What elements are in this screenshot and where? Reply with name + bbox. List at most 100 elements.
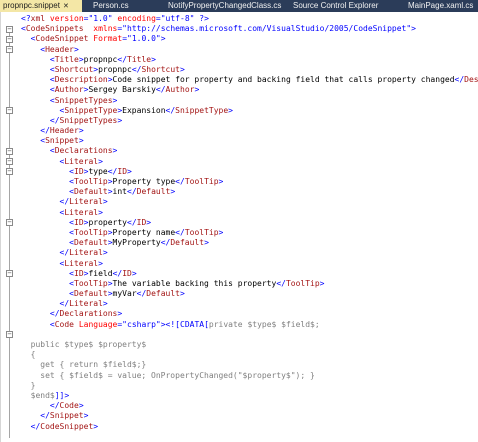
code-token: Default bbox=[74, 289, 108, 299]
tab-source-control-explorer[interactable]: Source Control Explorer bbox=[290, 0, 381, 12]
code-line[interactable]: </SnippetTypes> bbox=[21, 116, 478, 126]
code-token: Declarations bbox=[59, 309, 118, 319]
code-token: </ bbox=[40, 411, 50, 421]
code-line[interactable]: </Declarations> bbox=[21, 309, 478, 319]
code-token: ToolTip bbox=[74, 278, 108, 288]
code-token: </ bbox=[30, 421, 41, 431]
code-token: ToolTip bbox=[285, 278, 320, 288]
collapse-icon[interactable]: − bbox=[6, 168, 13, 175]
code-token: </ bbox=[40, 126, 50, 136]
code-token: > bbox=[74, 44, 79, 54]
code-line[interactable]: <ID>property</ID> bbox=[21, 218, 478, 228]
code-token: ID bbox=[74, 166, 84, 176]
code-text[interactable]: <?xml version="1.0" encoding="utf-8" ?> <… bbox=[21, 14, 478, 432]
code-line[interactable]: <Snippet> bbox=[21, 136, 478, 146]
code-line[interactable]: </Literal> bbox=[21, 248, 478, 258]
collapse-icon[interactable]: − bbox=[6, 148, 13, 155]
code-line[interactable]: <ToolTip>The variable backing this prope… bbox=[21, 279, 478, 289]
code-token: Author bbox=[165, 85, 195, 95]
code-line[interactable]: <ToolTip>Property type</ToolTip> bbox=[21, 177, 478, 187]
collapse-icon[interactable]: − bbox=[6, 331, 13, 338]
code-token: > bbox=[83, 411, 89, 421]
code-token: Shortcut bbox=[54, 64, 94, 74]
code-token: Shortcut bbox=[141, 64, 180, 74]
collapse-icon[interactable]: − bbox=[6, 107, 13, 114]
code-line[interactable]: <?xml version="1.0" encoding="utf-8" ?> bbox=[21, 14, 478, 24]
code-line[interactable]: </Literal> bbox=[21, 197, 478, 207]
code-line[interactable]: <Header> bbox=[21, 45, 478, 55]
code-line[interactable]: </Code> bbox=[21, 401, 478, 411]
code-line[interactable]: </Literal> bbox=[21, 299, 478, 309]
code-line[interactable]: <Default>MyProperty</Default> bbox=[21, 238, 478, 248]
code-token: ID bbox=[74, 217, 84, 227]
code-token: field bbox=[88, 268, 113, 278]
code-token: </ bbox=[49, 401, 60, 411]
code-token: ID bbox=[122, 268, 132, 278]
code-line[interactable]: set { $field$ = value; OnPropertyChanged… bbox=[21, 371, 478, 381]
code-line[interactable]: <Default>myVar</Default> bbox=[21, 289, 478, 299]
collapse-icon[interactable]: − bbox=[6, 26, 13, 33]
collapse-icon[interactable]: − bbox=[6, 219, 13, 226]
code-token: > bbox=[319, 278, 325, 288]
code-line[interactable]: } bbox=[21, 381, 478, 391]
code-line[interactable]: <Literal> bbox=[21, 259, 478, 269]
tab-propnpc-snippet[interactable]: propnpc.snippet ✕ bbox=[0, 0, 82, 12]
code-line[interactable]: { bbox=[21, 350, 478, 360]
tab-label: Person.cs bbox=[93, 1, 129, 10]
code-token: myVar bbox=[112, 289, 137, 299]
code-token: Description bbox=[54, 75, 108, 85]
code-line[interactable]: $end$]]> bbox=[21, 391, 478, 401]
collapse-icon[interactable]: − bbox=[6, 46, 13, 53]
code-line[interactable]: </Header> bbox=[21, 126, 478, 136]
code-line[interactable]: <CodeSnippet Format="1.0.0"> bbox=[21, 34, 478, 44]
code-token: Snippet bbox=[45, 136, 79, 146]
code-line[interactable]: <Literal> bbox=[21, 157, 478, 167]
code-token: Title bbox=[54, 54, 79, 64]
collapse-icon[interactable]: − bbox=[6, 158, 13, 165]
code-token: > bbox=[98, 207, 103, 217]
code-line[interactable]: public $type$ $property$ bbox=[21, 340, 478, 350]
code-line[interactable]: <SnippetType>Expansion</SnippetType> bbox=[21, 106, 478, 116]
code-line[interactable]: <Literal> bbox=[21, 208, 478, 218]
code-line[interactable]: <Description>Code snippet for property a… bbox=[21, 75, 478, 85]
close-icon[interactable]: ✕ bbox=[63, 3, 69, 10]
code-line[interactable]: <Shortcut>propnpc</Shortcut> bbox=[21, 65, 478, 75]
code-line[interactable]: <SnippetTypes> bbox=[21, 96, 478, 106]
code-token: { bbox=[21, 350, 36, 360]
code-line[interactable]: <Code Language="csharp"><![CDATA[private… bbox=[21, 320, 478, 330]
code-line[interactable]: </CodeSnippet> bbox=[21, 422, 478, 432]
tab-label: Source Control Explorer bbox=[293, 1, 379, 10]
code-line[interactable]: <ID>field</ID> bbox=[21, 269, 478, 279]
code-token: Default bbox=[170, 238, 205, 248]
code-token: > bbox=[112, 95, 118, 105]
code-line[interactable]: <Author>Sergey Barskiy</Author> bbox=[21, 85, 478, 95]
code-line[interactable]: <Title>propnpc</Title> bbox=[21, 55, 478, 65]
code-editor[interactable]: − − − − − − − − − − <?xml version="1.0" … bbox=[0, 12, 478, 442]
code-line[interactable]: <Declarations> bbox=[21, 146, 478, 156]
code-token: MyProperty bbox=[112, 238, 161, 248]
document-tab-bar: propnpc.snippet ✕ Person.cs NotifyPropert… bbox=[0, 0, 478, 12]
code-line[interactable]: <Default>int</Default> bbox=[21, 187, 478, 197]
code-token: " ?> bbox=[189, 14, 209, 23]
code-line[interactable]: get { return $field$;} bbox=[21, 360, 478, 370]
code-line[interactable]: <ToolTip>Property name</ToolTip> bbox=[21, 228, 478, 238]
code-token: Format bbox=[93, 34, 123, 44]
code-line[interactable]: </Snippet> bbox=[21, 411, 478, 421]
collapse-icon[interactable]: − bbox=[6, 36, 13, 43]
tab-notifypropertychangedclass-cs[interactable]: NotifyPropertyChangedClass.cs bbox=[165, 0, 284, 12]
code-token: CodeSnippet bbox=[35, 34, 89, 44]
tab-mainpage-xaml-cs[interactable]: MainPage.xaml.cs bbox=[405, 0, 476, 12]
code-line[interactable]: <CodeSnippets xmlns="http://schemas.micr… bbox=[21, 24, 478, 34]
code-line[interactable] bbox=[21, 330, 478, 340]
code-token: > bbox=[93, 421, 99, 431]
code-line[interactable]: <ID>type</ID> bbox=[21, 167, 478, 177]
tab-person-cs[interactable]: Person.cs bbox=[90, 0, 132, 12]
collapse-icon[interactable]: − bbox=[6, 270, 13, 277]
